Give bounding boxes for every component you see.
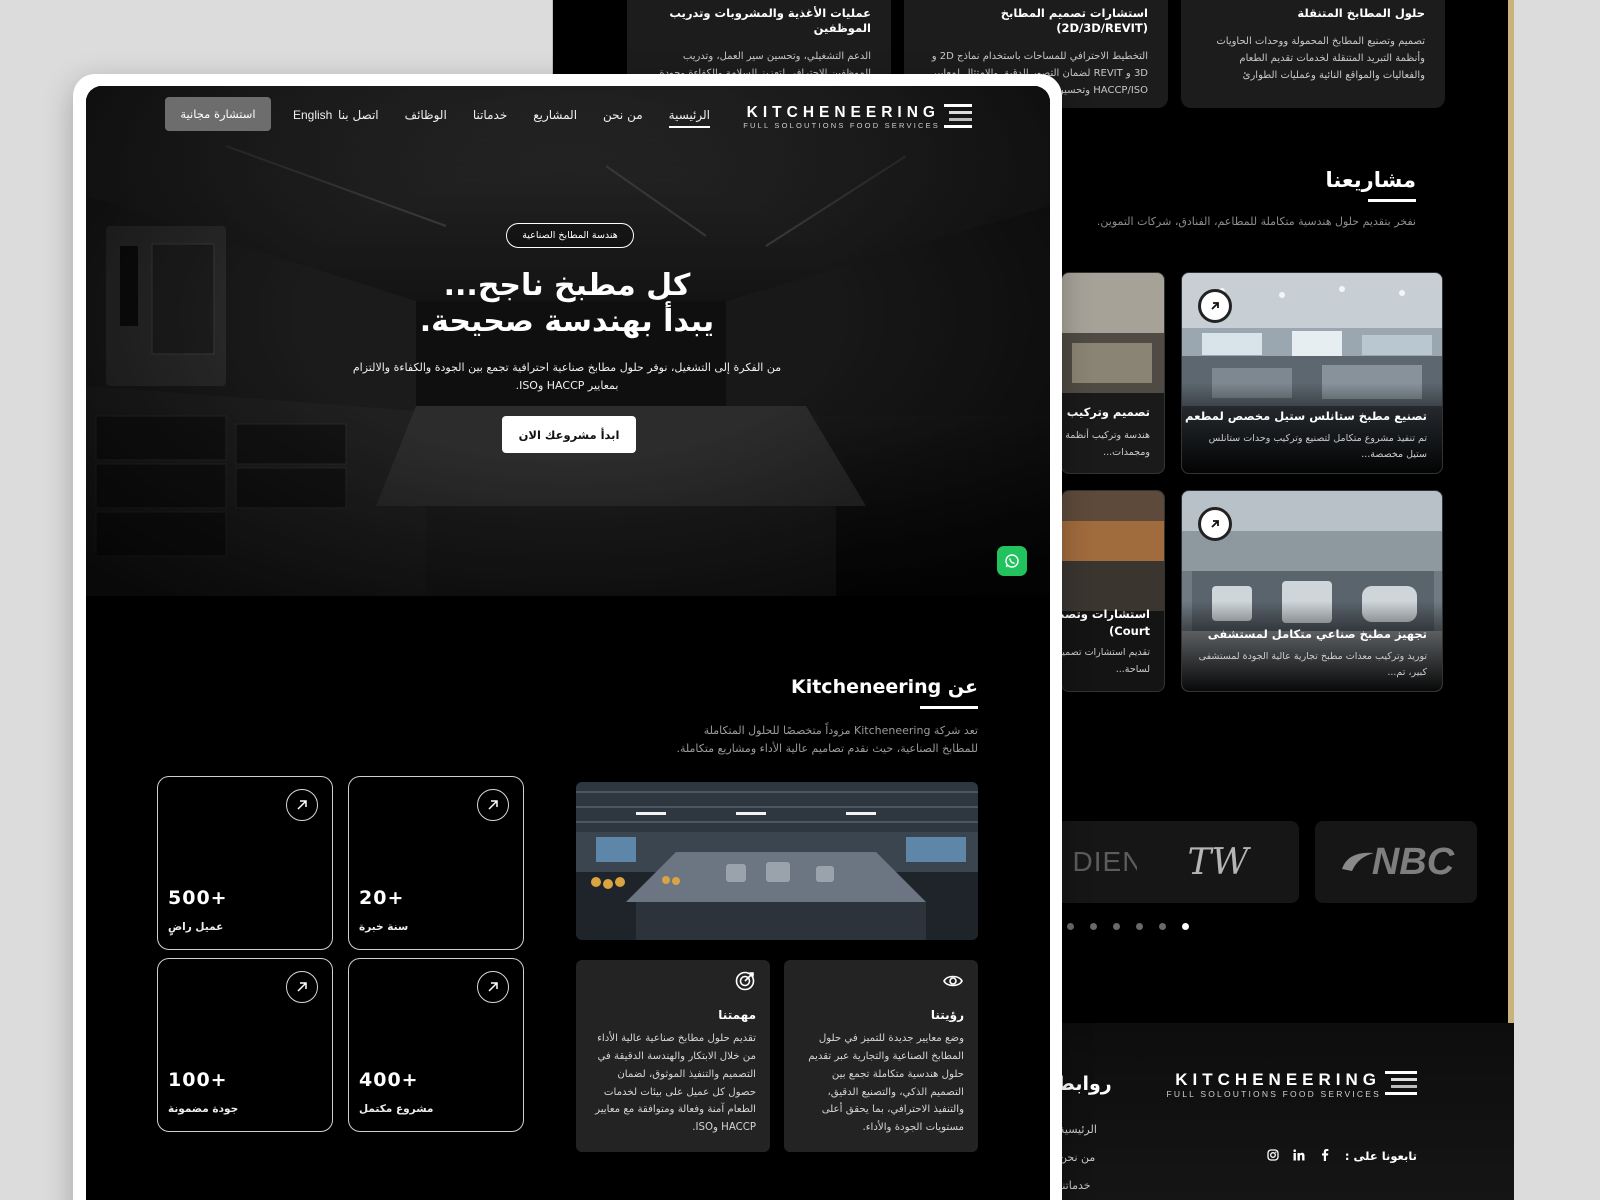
- project-card-stainless[interactable]: تصنيع مطبخ ستانلس ستيل مخصص لمطعم كبير ت…: [1181, 272, 1443, 474]
- carousel-dot[interactable]: [1182, 923, 1189, 930]
- social-follow: تابعونا على :: [1267, 1148, 1417, 1164]
- stat-label: عميل راضٍ: [168, 921, 224, 933]
- free-consultation-button[interactable]: استشارة مجانية: [165, 97, 271, 131]
- footer-link-services[interactable]: خدماتنا: [1059, 1179, 1091, 1192]
- project-image-food-court: [1062, 491, 1164, 691]
- target-icon: [734, 970, 756, 996]
- eye-icon: [942, 970, 964, 996]
- service-desc: تصميم وتصنيع المطابخ المحمولة ووحدات الح…: [1216, 35, 1425, 81]
- logo-mark-icon: [944, 104, 972, 128]
- logo-mark-icon: [1385, 1071, 1417, 1095]
- project-desc: توريد وتركيب معدات مطبخ تجارية عالية الج…: [1198, 650, 1427, 678]
- project-desc: لساحة...: [1115, 664, 1150, 675]
- project-card-food-court-partial[interactable]: استشارات وتصميم (Court تقديم استشارات تص…: [1061, 490, 1165, 692]
- project-desc: تقديم استشارات تصميم: [1061, 647, 1150, 658]
- arrow-up-right-icon[interactable]: [477, 789, 509, 821]
- hero-title: كل مطبخ ناجح... يبدأ بهندسة صحيحة.: [286, 268, 848, 340]
- stat-card-experience[interactable]: 20+ سنة خبرة: [348, 776, 524, 950]
- header-logo[interactable]: KITCHENEERING FULL SOLOUTIONS FOOD SERVI…: [743, 104, 972, 130]
- carousel-dot[interactable]: [1090, 923, 1097, 930]
- nav-item-contact[interactable]: اتصل بنا: [338, 108, 379, 128]
- footer-link-about[interactable]: من نحن: [1059, 1151, 1095, 1164]
- stat-label: جودة مضمونة: [168, 1103, 239, 1115]
- vision-title: رؤيتنا: [930, 1008, 964, 1022]
- whatsapp-button[interactable]: [997, 546, 1027, 576]
- footer-links-title: روابط: [1055, 1073, 1112, 1095]
- project-title: تصميم وتركيب غرف: [1062, 405, 1150, 419]
- arrow-up-right-icon[interactable]: [286, 971, 318, 1003]
- carousel-dot[interactable]: [1113, 923, 1120, 930]
- linkedin-icon[interactable]: [1293, 1148, 1305, 1164]
- heading-underline: [920, 706, 978, 709]
- stat-card-clients[interactable]: 500+ عميل راضٍ: [157, 776, 333, 950]
- stat-label: سنة خبرة: [359, 921, 409, 933]
- carousel-dot[interactable]: [1136, 923, 1143, 930]
- mission-text: تقديم حلول مطابخ صناعية عالية الأداء من …: [595, 1033, 756, 1134]
- project-card-hospital[interactable]: تجهيز مطبخ صناعي متكامل لمستشفى توريد وت…: [1181, 490, 1443, 692]
- page-edge-accent: [1508, 0, 1514, 1200]
- project-title: تجهيز مطبخ صناعي متكامل لمستشفى: [1207, 627, 1427, 641]
- project-card-cold-rooms-partial[interactable]: تصميم وتركيب غرف هندسة وتركيب أنظمة تبـ …: [1061, 272, 1165, 474]
- service-title: عمليات الأغذية والمشروبات وتدريب الموظفي…: [669, 6, 871, 35]
- stat-card-projects[interactable]: 400+ مشروع مكتمل: [348, 958, 524, 1132]
- service-title: حلول المطابخ المتنقلة: [1297, 6, 1425, 20]
- stat-value: 20+: [359, 887, 405, 909]
- about-text: تعد شركة Kitcheneering مزوداً متخصصًا لل…: [676, 724, 978, 755]
- stat-value: 100+: [168, 1069, 228, 1091]
- projects-heading: مشاريعنا: [1325, 168, 1416, 192]
- carousel-dots: [1067, 923, 1189, 930]
- projects-subtitle: نفخر بتقديم حلول هندسية متكاملة للمطاعم،…: [1096, 215, 1416, 228]
- heading-underline: [1368, 199, 1416, 202]
- whatsapp-icon: [1005, 554, 1019, 568]
- nav-item-about[interactable]: من نحن: [603, 108, 643, 128]
- project-desc: تم تنفيذ مشروع متكامل لتصنيع وتركيب وحدا…: [1208, 432, 1427, 460]
- hero-badge: هندسة المطابخ الصناعية: [506, 223, 634, 248]
- carousel-dot[interactable]: [1159, 923, 1166, 930]
- stat-value: 500+: [168, 887, 228, 909]
- service-card-mobile-kitchens[interactable]: حلول المطابخ المتنقلة تصميم وتصنيع المطا…: [1181, 0, 1445, 108]
- stat-label: مشروع مكتمل: [359, 1103, 434, 1115]
- project-title-suffix: (Court: [1109, 624, 1150, 638]
- hero-section: KITCHENEERING FULL SOLOUTIONS FOOD SERVI…: [86, 86, 1050, 596]
- nav-item-services[interactable]: خدماتنا: [473, 108, 507, 128]
- stat-card-quality[interactable]: 100+ جودة مضمونة: [157, 958, 333, 1132]
- service-title: استشارات تصميم المطابخ (2D/3D/REVIT): [1000, 6, 1148, 35]
- arrow-up-right-icon[interactable]: [1198, 289, 1232, 323]
- partner-logo-nbc: NBC: [1315, 821, 1477, 903]
- footer-logo[interactable]: KITCHENEERING FULL SOLOUTIONS FOOD SERVI…: [1167, 1071, 1417, 1099]
- nav-item-home[interactable]: الرئيسية: [668, 108, 711, 128]
- project-desc: ومجمدات...: [1103, 447, 1150, 458]
- footer-link-home[interactable]: الرئيسية: [1059, 1123, 1097, 1136]
- project-title: استشارات وتصميم: [1062, 607, 1150, 621]
- carousel-dot[interactable]: [1067, 923, 1074, 930]
- hero-subtitle: من الفكرة إلى التشغيل، نوفر حلول مطابخ ص…: [352, 361, 782, 393]
- arrow-up-right-icon[interactable]: [477, 971, 509, 1003]
- mission-card: مهمتنا تقديم حلول مطابخ صناعية عالية الأ…: [576, 960, 770, 1152]
- arrow-up-right-icon[interactable]: [286, 789, 318, 821]
- about-kitchen-image: [576, 782, 978, 940]
- front-page-mockup: KITCHENEERING FULL SOLOUTIONS FOOD SERVI…: [86, 86, 1050, 1200]
- main-nav: الرئيسية من نحن المشاريع خدماتنا الوظائف…: [338, 108, 711, 128]
- mission-title: مهمتنا: [718, 1008, 756, 1022]
- vision-text: وضع معايير جديدة للتميز في حلول المطابخ …: [808, 1033, 964, 1134]
- partner-logo-tw: TW: [1137, 821, 1299, 903]
- project-image-cold-room: [1062, 273, 1164, 473]
- vision-card: رؤيتنا وضع معايير جديدة للتميز في حلول ا…: [784, 960, 978, 1152]
- stat-value: 400+: [359, 1069, 419, 1091]
- about-title: عن Kitcheneering: [790, 676, 978, 698]
- instagram-icon[interactable]: [1267, 1148, 1279, 1164]
- hero-title-line-2: يبدأ بهندسة صحيحة.: [419, 304, 715, 339]
- hero-kitchen-image: [86, 86, 1050, 596]
- arrow-up-right-icon[interactable]: [1198, 507, 1232, 541]
- follow-label: تابعونا على :: [1344, 1149, 1417, 1163]
- nav-item-projects[interactable]: المشاريع: [533, 108, 577, 128]
- nav-item-careers[interactable]: الوظائف: [405, 108, 447, 128]
- project-desc: هندسة وتركيب أنظمة تبـ: [1061, 430, 1150, 441]
- hero-title-line-1: كل مطبخ ناجح...: [443, 268, 691, 303]
- facebook-icon[interactable]: [1319, 1148, 1331, 1164]
- start-project-button[interactable]: ابدأ مشروعك الان: [502, 416, 636, 453]
- language-switch[interactable]: English: [293, 108, 332, 122]
- project-title: تصنيع مطبخ ستانلس ستيل مخصص لمطعم كبير: [1181, 409, 1427, 423]
